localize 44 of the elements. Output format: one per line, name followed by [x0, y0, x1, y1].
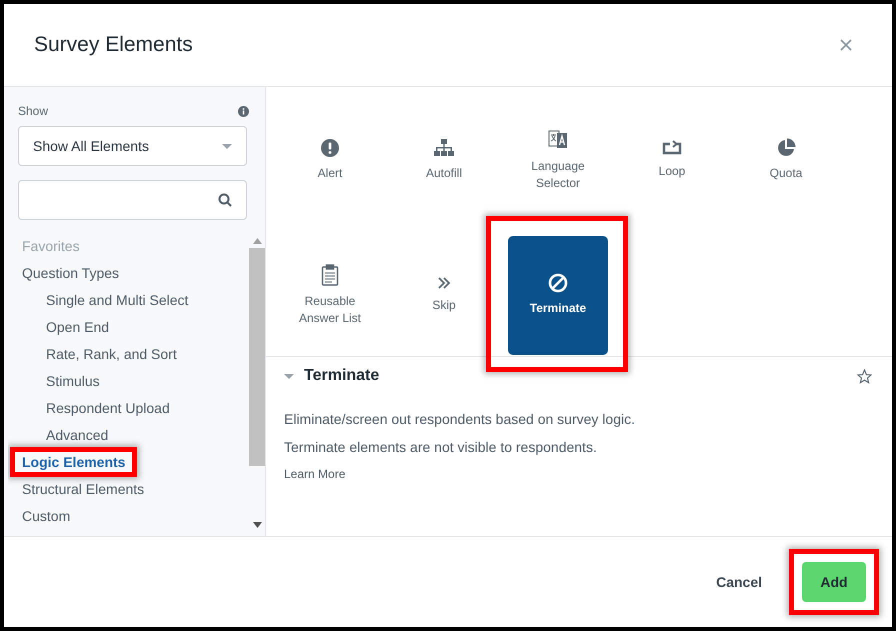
show-dropdown[interactable]: Show All Elements — [18, 126, 247, 166]
hierarchy-icon — [433, 138, 455, 158]
close-icon — [840, 39, 852, 51]
add-button[interactable]: Add — [802, 562, 866, 602]
caret-icon — [222, 144, 232, 148]
category-item[interactable]: Custom — [18, 506, 74, 526]
element-tile[interactable]: Autofill — [394, 100, 494, 220]
caret-icon[interactable] — [284, 374, 294, 378]
description-text: Terminate elements are not visible to respondents. — [284, 438, 598, 457]
subcategory-item[interactable]: Single and Multi Select — [46, 290, 188, 310]
star-icon[interactable] — [857, 368, 872, 384]
clipboard-icon — [321, 264, 339, 286]
category-item[interactable]: Question Types — [18, 263, 124, 283]
double-chevron-icon — [437, 276, 451, 290]
subcategory-item[interactable]: Rate, Rank, and Sort — [46, 344, 177, 364]
subcategory-item[interactable]: Advanced — [46, 425, 108, 445]
pie-chart-icon — [776, 138, 796, 158]
element-tile[interactable]: Language Selector — [508, 100, 608, 220]
search-icon — [218, 193, 232, 207]
translate-icon — [548, 128, 568, 150]
category-item[interactable]: Logic Elements — [18, 452, 130, 472]
subcategory-item[interactable]: Respondent Upload — [46, 398, 170, 418]
cancel-button[interactable]: Cancel — [710, 562, 768, 602]
scroll-down-icon[interactable] — [252, 522, 262, 528]
exclamation-circle-icon — [320, 138, 340, 158]
element-tile[interactable]: Alert — [280, 100, 380, 220]
detail-title: Terminate — [304, 367, 380, 385]
search-field[interactable] — [18, 180, 247, 220]
element-tile[interactable]: Quota — [736, 100, 836, 220]
learn-more-link[interactable]: Learn More — [284, 467, 346, 481]
show-label: Show — [18, 104, 48, 118]
subcategory-item[interactable]: Stimulus — [46, 371, 100, 391]
element-tile[interactable]: Skip — [394, 236, 494, 354]
description-text: Eliminate/screen out respondents based on survey logic. — [284, 410, 636, 429]
element-tile[interactable]: Reusable Answer List — [280, 236, 380, 354]
scroll-up-icon[interactable] — [252, 238, 262, 244]
info-icon[interactable] — [238, 106, 249, 116]
loop-icon — [661, 140, 683, 156]
dialog-title: Survey Elements — [34, 33, 193, 57]
category-item[interactable]: Structural Elements — [18, 479, 148, 499]
element-tile[interactable]: Loop — [622, 100, 722, 220]
prohibited-icon — [548, 273, 568, 293]
element-tile[interactable]: Terminate — [508, 236, 608, 354]
subcategory-item[interactable]: Open End — [46, 317, 110, 337]
